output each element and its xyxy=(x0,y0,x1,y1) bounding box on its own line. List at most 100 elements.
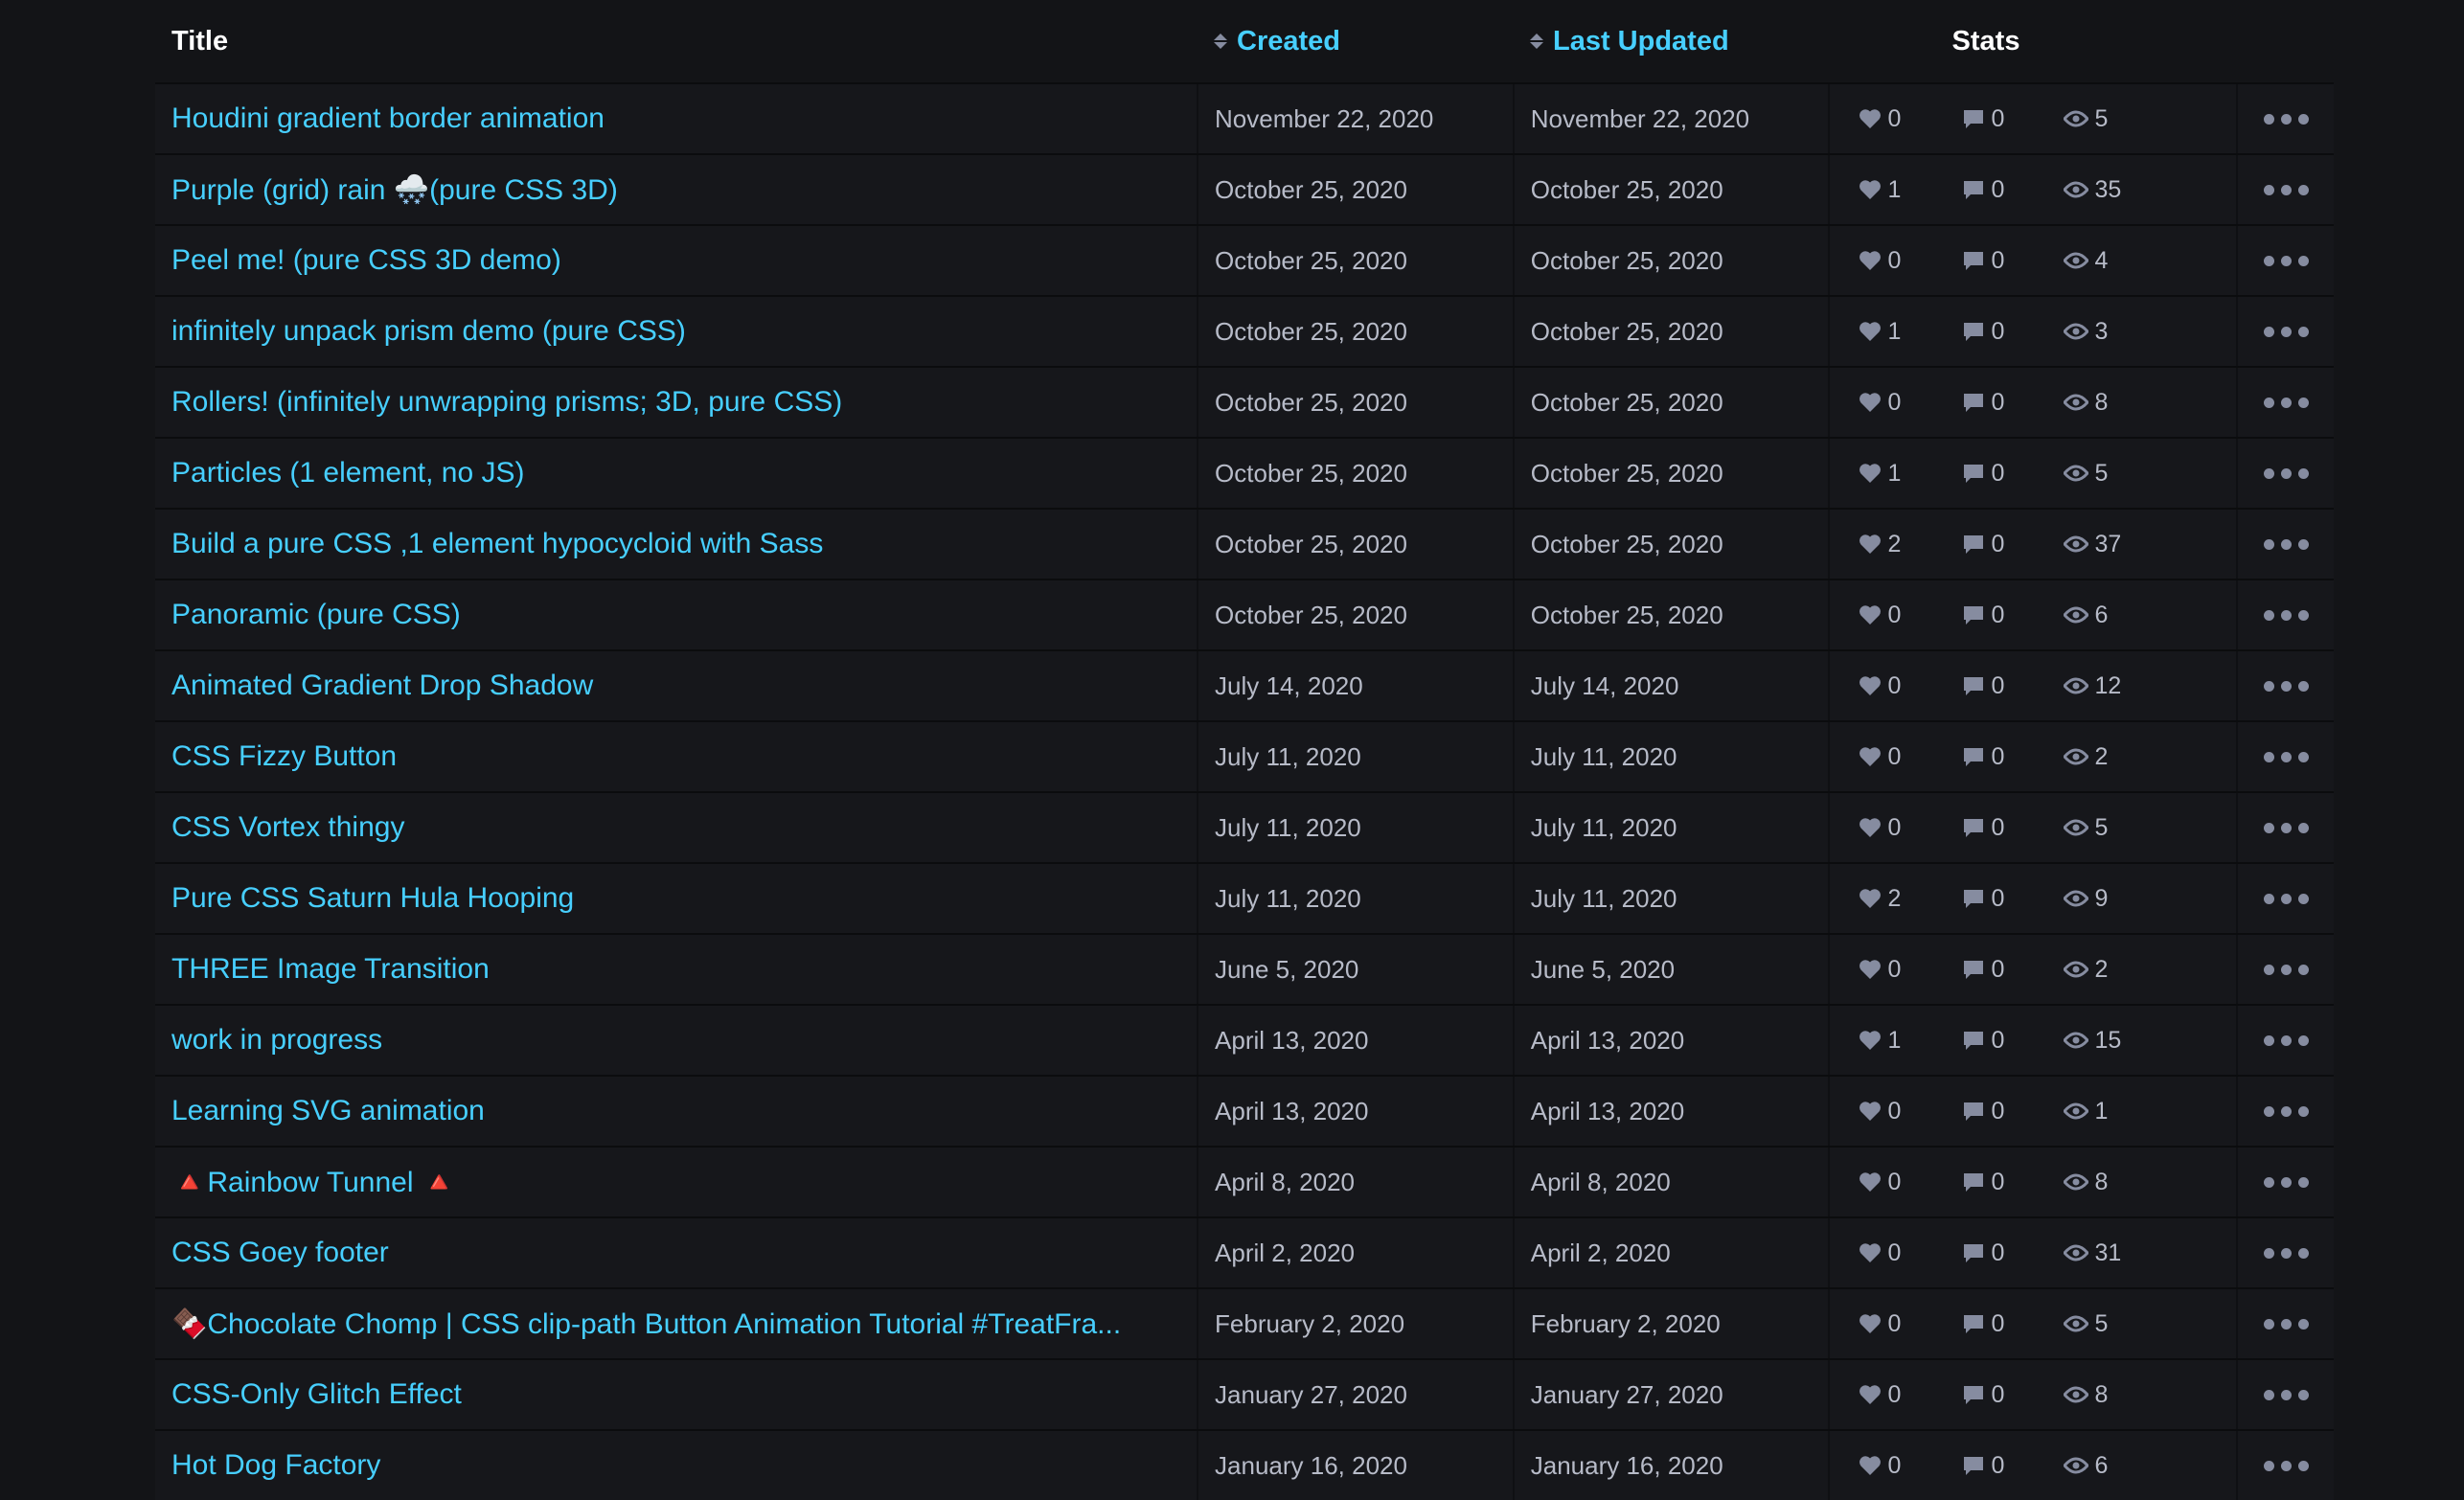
heart-icon xyxy=(1859,676,1882,695)
comment-stat[interactable]: 0 xyxy=(1943,1169,2056,1196)
heart-stat[interactable]: 0 xyxy=(1830,743,1943,771)
heart-stat[interactable]: 0 xyxy=(1830,1239,1943,1267)
heart-stat[interactable]: 0 xyxy=(1830,1310,1943,1338)
more-options-icon[interactable] xyxy=(2263,680,2309,692)
pen-title-link[interactable]: 🍫Chocolate Chomp | CSS clip-path Button … xyxy=(171,1308,1121,1340)
more-options-icon[interactable] xyxy=(2263,1176,2309,1188)
comment-stat[interactable]: 0 xyxy=(1943,956,2056,984)
comment-stat[interactable]: 0 xyxy=(1943,602,2056,629)
comment-stat[interactable]: 0 xyxy=(1943,1098,2056,1125)
heart-stat[interactable]: 0 xyxy=(1830,1452,1943,1480)
pen-title-link[interactable]: Purple (grid) rain 🌨️(pure CSS 3D) xyxy=(171,174,618,206)
heart-stat[interactable]: 0 xyxy=(1830,956,1943,984)
pen-title-link[interactable]: Particles (1 element, no JS) xyxy=(171,457,524,489)
pen-title-link[interactable]: 🔺Rainbow Tunnel 🔺 xyxy=(171,1167,457,1198)
comment-stat[interactable]: 0 xyxy=(1943,1239,2056,1267)
more-options-icon[interactable] xyxy=(2263,1034,2309,1046)
more-options-icon[interactable] xyxy=(2263,113,2309,125)
created-date: October 25, 2020 xyxy=(1215,174,1407,204)
view-count: 35 xyxy=(2094,175,2122,203)
more-options-icon[interactable] xyxy=(2263,467,2309,479)
pens-table: Title Created Last Updated Stats Houdini… xyxy=(155,0,2334,1500)
created-column-header[interactable]: Created xyxy=(1198,0,1514,82)
more-options-icon[interactable] xyxy=(2263,964,2309,975)
more-options-icon[interactable] xyxy=(2263,1105,2309,1117)
heart-stat[interactable]: 2 xyxy=(1830,531,1943,558)
heart-stat[interactable]: 1 xyxy=(1830,176,1943,204)
more-options-icon[interactable] xyxy=(2263,1247,2309,1259)
created-label: Created xyxy=(1237,25,1340,57)
comment-stat[interactable]: 0 xyxy=(1943,389,2056,417)
heart-stat[interactable]: 0 xyxy=(1830,1381,1943,1409)
view-stat: 8 xyxy=(2056,1169,2169,1196)
pen-title-link[interactable]: CSS Goey footer xyxy=(171,1237,389,1268)
pen-title-link[interactable]: Animated Gradient Drop Shadow xyxy=(171,670,593,701)
heart-stat[interactable]: 2 xyxy=(1830,885,1943,913)
pen-title-link[interactable]: Build a pure CSS ,1 element hypocycloid … xyxy=(171,528,823,559)
pen-title-link[interactable]: work in progress xyxy=(171,1024,382,1056)
heart-stat[interactable]: 1 xyxy=(1830,1027,1943,1055)
heart-stat[interactable]: 0 xyxy=(1830,814,1943,842)
heart-stat[interactable]: 0 xyxy=(1830,672,1943,700)
heart-stat[interactable]: 0 xyxy=(1830,247,1943,275)
pen-title-link[interactable]: Panoramic (pure CSS) xyxy=(171,599,461,630)
heart-count: 0 xyxy=(1887,1239,1902,1266)
comment-stat[interactable]: 0 xyxy=(1943,460,2056,488)
comment-stat[interactable]: 0 xyxy=(1943,1310,2056,1338)
comment-stat[interactable]: 0 xyxy=(1943,176,2056,204)
heart-stat[interactable]: 1 xyxy=(1830,318,1943,346)
pen-title-link[interactable]: Peel me! (pure CSS 3D demo) xyxy=(171,244,561,276)
more-options-icon[interactable] xyxy=(2263,822,2309,833)
comment-stat[interactable]: 0 xyxy=(1943,531,2056,558)
pen-title-link[interactable]: CSS Vortex thingy xyxy=(171,811,404,843)
pen-title-link[interactable]: Houdini gradient border animation xyxy=(171,102,605,134)
updated-cell: April 13, 2020 xyxy=(1512,1006,1829,1075)
more-options-icon[interactable] xyxy=(2263,1318,2309,1330)
updated-date: April 13, 2020 xyxy=(1530,1025,1685,1055)
stats-cell: 2 0 37 xyxy=(1828,510,2236,579)
heart-stat[interactable]: 0 xyxy=(1830,1169,1943,1196)
eye-icon xyxy=(2064,748,2089,765)
more-options-icon[interactable] xyxy=(2263,184,2309,195)
heart-stat[interactable]: 0 xyxy=(1830,105,1943,133)
pen-title-link[interactable]: THREE Image Transition xyxy=(171,953,490,985)
heart-stat[interactable]: 0 xyxy=(1830,602,1943,629)
sort-last-updated-button[interactable]: Last Updated xyxy=(1530,26,1729,57)
view-stat: 35 xyxy=(2056,176,2169,204)
heart-stat[interactable]: 1 xyxy=(1830,460,1943,488)
more-options-icon[interactable] xyxy=(2263,893,2309,904)
pen-title-link[interactable]: CSS-Only Glitch Effect xyxy=(171,1378,462,1410)
sort-created-button[interactable]: Created xyxy=(1214,26,1340,57)
comment-stat[interactable]: 0 xyxy=(1943,1452,2056,1480)
comment-stat[interactable]: 0 xyxy=(1943,814,2056,842)
more-options-icon[interactable] xyxy=(2263,609,2309,621)
pen-title-link[interactable]: Pure CSS Saturn Hula Hooping xyxy=(171,882,574,914)
comment-stat[interactable]: 0 xyxy=(1943,105,2056,133)
more-options-icon[interactable] xyxy=(2263,751,2309,762)
pen-title-link[interactable]: Hot Dog Factory xyxy=(171,1449,380,1481)
heart-icon xyxy=(1859,960,1882,979)
comment-stat[interactable]: 0 xyxy=(1943,672,2056,700)
more-options-icon[interactable] xyxy=(2263,1389,2309,1400)
comment-stat[interactable]: 0 xyxy=(1943,318,2056,346)
heart-stat[interactable]: 0 xyxy=(1830,1098,1943,1125)
comment-stat[interactable]: 0 xyxy=(1943,885,2056,913)
pen-title-link[interactable]: Rollers! (infinitely unwrapping prisms; … xyxy=(171,386,842,418)
comment-stat[interactable]: 0 xyxy=(1943,743,2056,771)
last-updated-column-header[interactable]: Last Updated xyxy=(1514,0,1830,82)
comment-stat[interactable]: 0 xyxy=(1943,1381,2056,1409)
heart-stat[interactable]: 0 xyxy=(1830,389,1943,417)
more-options-icon[interactable] xyxy=(2263,538,2309,550)
more-options-icon[interactable] xyxy=(2263,397,2309,408)
more-options-icon[interactable] xyxy=(2263,1460,2309,1471)
more-options-icon[interactable] xyxy=(2263,255,2309,266)
pen-title-link[interactable]: infinitely unpack prism demo (pure CSS) xyxy=(171,315,686,347)
more-options-icon[interactable] xyxy=(2263,326,2309,337)
pen-title-link[interactable]: CSS Fizzy Button xyxy=(171,740,397,772)
created-date: July 14, 2020 xyxy=(1215,670,1363,700)
view-stat: 3 xyxy=(2056,318,2169,346)
comment-stat[interactable]: 0 xyxy=(1943,1027,2056,1055)
comment-stat[interactable]: 0 xyxy=(1943,247,2056,275)
pen-title-link[interactable]: Learning SVG animation xyxy=(171,1095,485,1126)
stats-cell: 0 0 5 xyxy=(1828,793,2236,862)
